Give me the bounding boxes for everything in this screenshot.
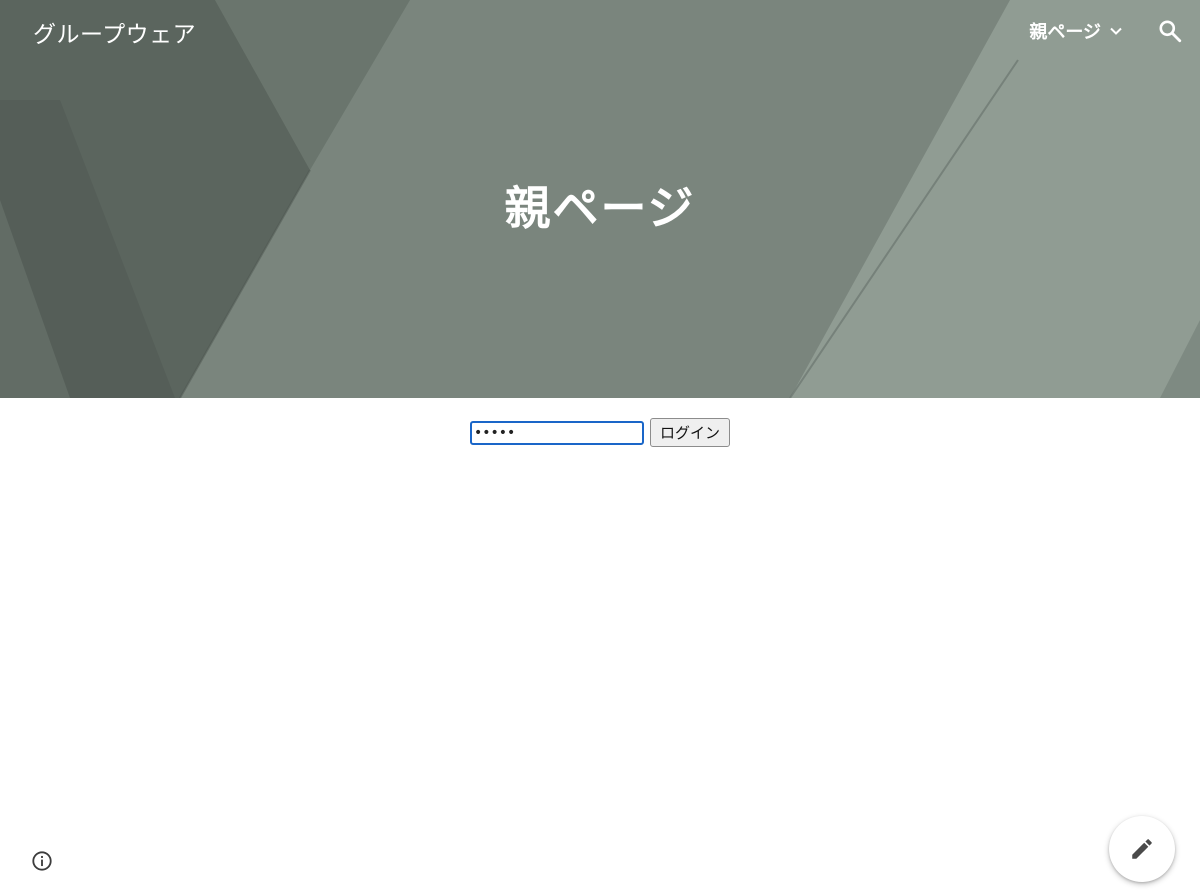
info-icon[interactable] [31,850,53,872]
login-form: ログイン [0,418,1200,447]
hero-banner: グループウェア 親ページ 親ページ [0,0,1200,398]
site-title[interactable]: グループウェア [33,15,196,49]
nav-item-label: 親ページ [1029,22,1101,43]
edit-fab-button[interactable] [1109,816,1175,882]
chevron-down-icon [1110,27,1122,35]
password-field[interactable] [469,420,644,445]
search-icon[interactable] [1157,18,1183,44]
nav-item-parent-page[interactable]: 親ページ [1029,18,1123,44]
pencil-edit-icon [1132,839,1152,859]
page-title: 親ページ [504,181,696,235]
login-button[interactable]: ログイン [649,418,730,447]
top-nav: 親ページ [1029,14,1183,48]
